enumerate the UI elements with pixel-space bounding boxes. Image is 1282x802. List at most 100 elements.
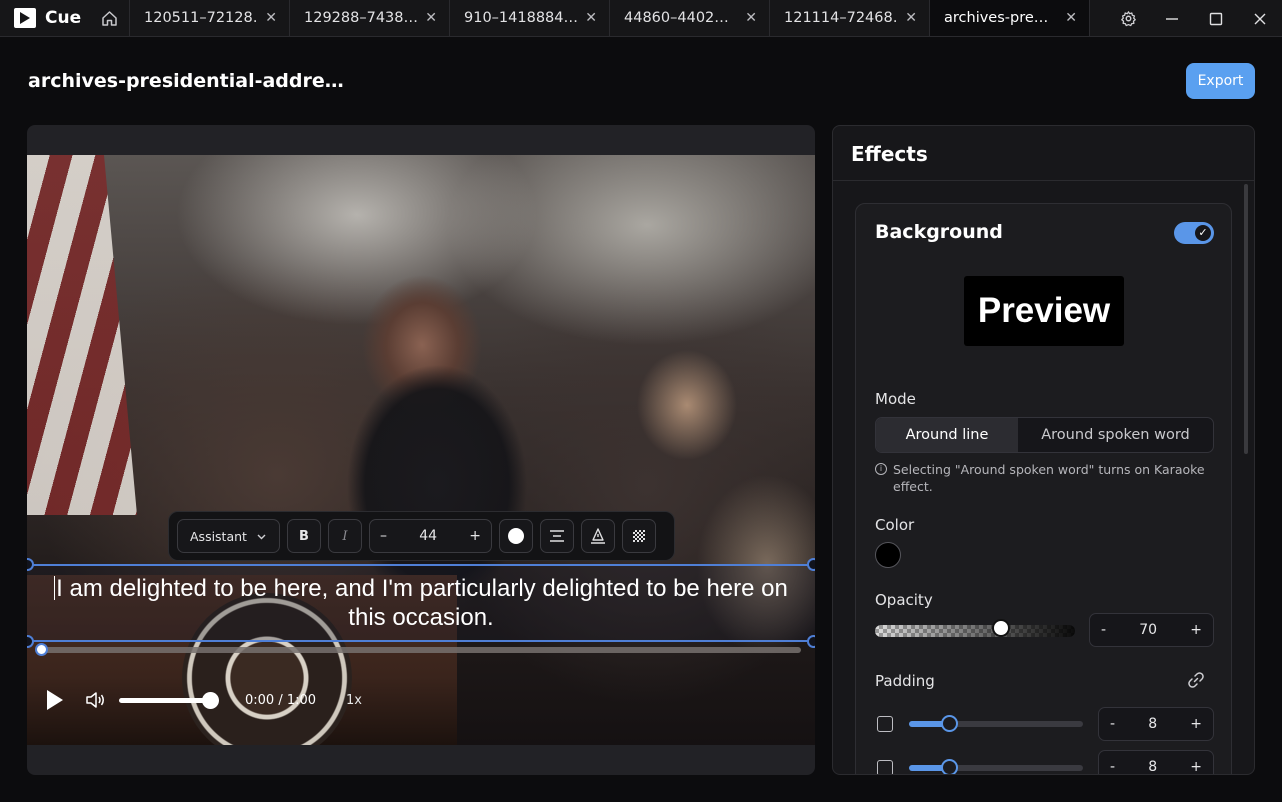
padding-horizontal-value: 8 <box>1148 716 1158 732</box>
subtitle-text[interactable]: I am delighted to be here, and I'm parti… <box>27 574 815 632</box>
info-icon: i <box>875 463 887 475</box>
mode-option-around-spoken-word[interactable]: Around spoken word <box>1018 418 1213 452</box>
tab-4[interactable]: 44860–4402… ✕ <box>610 0 770 36</box>
background-toggle[interactable]: ✓ <box>1174 222 1214 244</box>
padding-label: Padding <box>875 672 935 690</box>
close-icon[interactable]: ✕ <box>1065 10 1077 26</box>
padding-horizontal-icon <box>877 716 893 732</box>
close-icon[interactable]: ✕ <box>265 10 277 26</box>
playback-speed-button[interactable]: 1x <box>346 693 362 708</box>
font-size-decrease-button[interactable]: – <box>380 528 387 544</box>
pen-nib-icon <box>591 528 605 544</box>
mode-segmented-control: Around line Around spoken word <box>875 417 1214 453</box>
italic-button[interactable]: I <box>328 519 362 553</box>
align-button[interactable] <box>540 519 574 553</box>
align-center-icon <box>550 530 564 542</box>
close-icon[interactable]: ✕ <box>745 10 757 26</box>
subtitle-text-box[interactable]: I am delighted to be here, and I'm parti… <box>27 564 815 642</box>
title-bar: Cue 120511–72128… ✕ 129288–7438… ✕ 910–141… <box>0 0 1282 37</box>
settings-button[interactable] <box>1106 0 1150 37</box>
close-icon[interactable]: ✕ <box>585 10 597 26</box>
volume-slider[interactable] <box>119 691 219 709</box>
text-caret <box>54 576 56 600</box>
volume-slider-knob[interactable] <box>202 691 219 709</box>
tab-2[interactable]: 129288–7438… ✕ <box>290 0 450 36</box>
padding-vertical-knob[interactable] <box>941 759 958 774</box>
padding-vertical-stepper: - 8 + <box>1098 750 1214 774</box>
tab-label: 129288–7438… <box>304 10 418 26</box>
opacity-label: Opacity <box>875 591 933 609</box>
tab-label: archives-pre… <box>944 10 1049 26</box>
tab-3[interactable]: 910–1418884… ✕ <box>450 0 610 36</box>
padding-horizontal-decrease-button[interactable]: - <box>1110 716 1115 732</box>
home-icon <box>102 10 117 26</box>
checker-icon <box>633 530 645 542</box>
font-size-stepper[interactable]: – 44 + <box>369 519 492 553</box>
padding-vertical-decrease-button[interactable]: - <box>1110 759 1115 774</box>
home-button[interactable] <box>90 0 130 36</box>
app-logo-icon <box>14 8 36 28</box>
padding-horizontal-stepper: - 8 + <box>1098 707 1214 741</box>
window-controls <box>1106 0 1282 37</box>
mode-hint-text: Selecting "Around spoken word" turns on … <box>893 462 1205 494</box>
bold-button[interactable]: B <box>287 519 321 553</box>
subtitle-toolbar: Assistant B I – 44 + <box>168 511 675 561</box>
maximize-button[interactable] <box>1194 0 1238 37</box>
text-color-button[interactable] <box>499 519 533 553</box>
opacity-slider[interactable] <box>875 625 1075 637</box>
checkmark-icon: ✓ <box>1195 225 1211 241</box>
tab-label: 910–1418884… <box>464 10 578 26</box>
mode-option-around-line[interactable]: Around line <box>876 418 1018 452</box>
effects-scrollbar[interactable] <box>1244 184 1248 454</box>
close-icon <box>1254 13 1266 24</box>
opacity-decrease-button[interactable]: - <box>1101 622 1106 638</box>
play-icon <box>47 690 63 710</box>
padding-horizontal-increase-button[interactable]: + <box>1190 716 1202 732</box>
minimize-button[interactable] <box>1150 0 1194 37</box>
background-preview: Preview <box>964 276 1124 346</box>
close-icon[interactable]: ✕ <box>905 10 917 26</box>
color-label: Color <box>875 516 915 534</box>
resize-handle-top-right[interactable] <box>807 558 815 571</box>
window-close-button[interactable] <box>1238 0 1282 37</box>
video-panel: Assistant B I – 44 + I am delighted to b… <box>27 125 815 775</box>
close-icon[interactable]: ✕ <box>425 10 437 26</box>
playback-progress-knob[interactable] <box>35 643 48 656</box>
export-button[interactable]: Export <box>1186 63 1255 99</box>
mode-hint: i Selecting "Around spoken word" turns o… <box>875 461 1220 495</box>
padding-horizontal-knob[interactable] <box>941 715 958 732</box>
tab-5[interactable]: 121114–72468… ✕ <box>770 0 930 36</box>
opacity-increase-button[interactable]: + <box>1190 622 1202 638</box>
playback-progress-bar[interactable] <box>41 647 801 653</box>
font-size-increase-button[interactable]: + <box>469 528 481 544</box>
padding-vertical-icon <box>877 760 893 774</box>
font-select-value: Assistant <box>190 528 247 544</box>
text-style-button[interactable] <box>581 519 615 553</box>
font-select[interactable]: Assistant <box>177 519 280 553</box>
background-pattern-button[interactable] <box>622 519 656 553</box>
opacity-slider-knob[interactable] <box>992 619 1010 637</box>
subtitle-line: I am delighted to be here, and I'm parti… <box>56 575 788 631</box>
tab-label: 120511–72128… <box>144 10 258 26</box>
tab-label: 44860–4402… <box>624 10 729 26</box>
font-size-value: 44 <box>419 528 438 544</box>
playback-time: 0:00 / 1:00 <box>245 692 317 708</box>
color-swatch[interactable] <box>875 542 901 568</box>
background-title: Background <box>875 221 1003 243</box>
mode-label: Mode <box>875 390 916 408</box>
app-name: Cue <box>45 8 82 28</box>
play-button[interactable] <box>41 685 71 715</box>
effects-panel: Effects Background ✓ Preview Mode Around… <box>832 125 1255 775</box>
padding-horizontal-slider[interactable] <box>909 721 1083 727</box>
video-frame[interactable]: Assistant B I – 44 + I am delighted to b… <box>27 155 815 745</box>
resize-handle-bottom-right[interactable] <box>807 635 815 648</box>
maximize-icon <box>1209 12 1223 25</box>
effects-title: Effects <box>833 126 1254 181</box>
tab-6-active[interactable]: archives-pre… ✕ <box>930 0 1090 36</box>
tab-1[interactable]: 120511–72128… ✕ <box>130 0 290 36</box>
padding-vertical-slider[interactable] <box>909 765 1083 771</box>
link-icon[interactable] <box>1187 671 1205 689</box>
flag-image <box>27 155 137 515</box>
padding-vertical-increase-button[interactable]: + <box>1190 759 1202 774</box>
volume-button[interactable] <box>85 690 107 710</box>
